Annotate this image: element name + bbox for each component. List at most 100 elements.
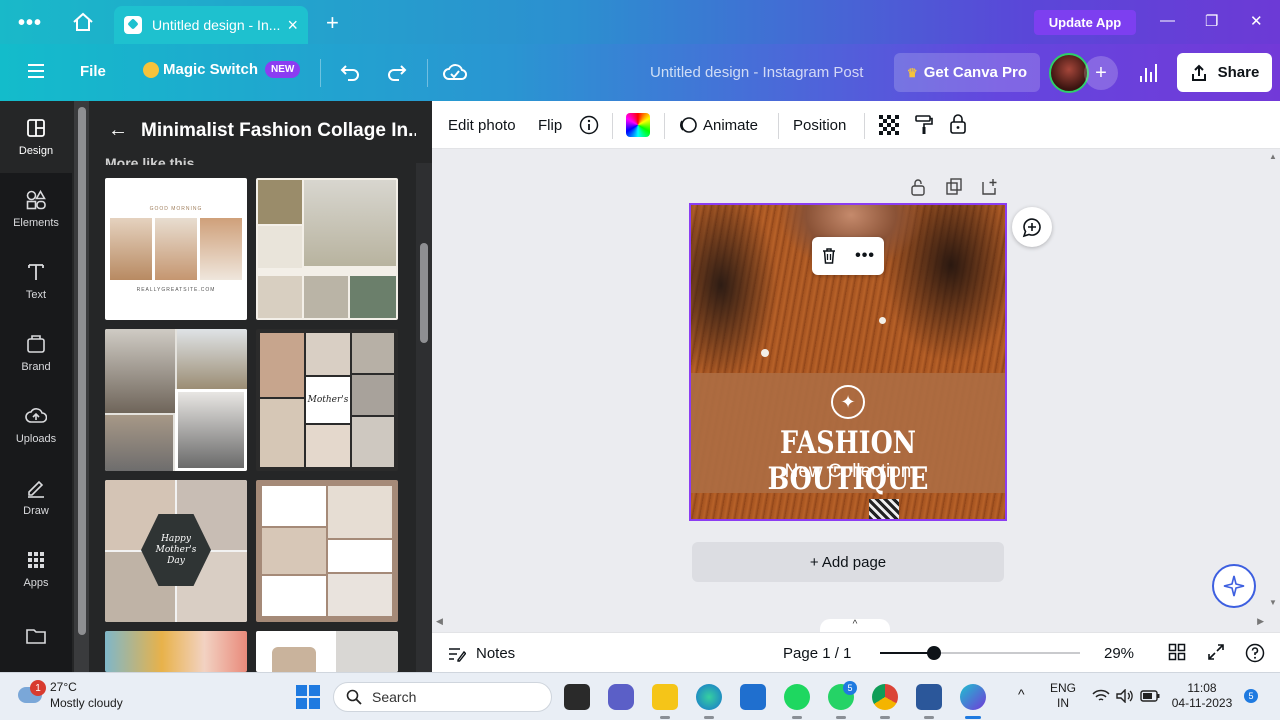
template-thumbnail[interactable]	[105, 329, 247, 471]
animate-button[interactable]: Animate	[703, 117, 758, 134]
rail-item-apps[interactable]: Apps	[0, 533, 72, 605]
browser-tab[interactable]: Untitled design - In... ×	[114, 6, 308, 44]
whatsapp-badge: 5	[843, 681, 857, 695]
lock-page-icon[interactable]	[910, 178, 926, 196]
subheadline-text[interactable]: New Collection	[691, 461, 1005, 483]
template-thumbnail[interactable]	[256, 631, 398, 672]
template-thumbnail[interactable]	[256, 480, 398, 622]
chrome-icon[interactable]	[872, 684, 898, 719]
document-title[interactable]: Untitled design - Instagram Post	[650, 64, 863, 81]
wifi-icon[interactable]	[1092, 689, 1110, 703]
edit-photo-button[interactable]: Edit photo	[448, 117, 516, 134]
home-icon[interactable]	[72, 12, 94, 32]
volume-icon[interactable]	[1116, 689, 1134, 703]
language-indicator[interactable]: ENG IN	[1050, 681, 1076, 711]
new-tab-icon[interactable]: +	[326, 10, 339, 36]
context-toolbar: Edit photo Flip Animate Position	[432, 101, 1280, 149]
position-button[interactable]: Position	[793, 117, 846, 134]
help-icon[interactable]	[1245, 643, 1265, 663]
flip-button[interactable]: Flip	[538, 117, 562, 134]
rail-item-text[interactable]: Text	[0, 245, 72, 317]
insights-icon[interactable]	[1130, 56, 1166, 90]
avatar[interactable]	[1049, 53, 1089, 93]
close-window-icon[interactable]: ✕	[1250, 12, 1263, 30]
search-label: Search	[372, 689, 417, 705]
rail-item-draw[interactable]: Draw	[0, 461, 72, 533]
store-icon[interactable]	[740, 684, 766, 710]
trash-icon[interactable]	[821, 247, 837, 265]
redo-icon[interactable]	[386, 61, 408, 83]
zoom-level[interactable]: 29%	[1104, 645, 1134, 662]
template-thumbnail[interactable]: GOOD MORNING REALLYGREATSITE.COM	[105, 178, 247, 320]
panel-scrollbar-right[interactable]	[416, 163, 432, 672]
notes-button[interactable]: Notes	[448, 645, 515, 662]
browser-menu-icon[interactable]: •••	[18, 12, 42, 35]
transparency-icon[interactable]	[879, 115, 899, 135]
folder-icon	[26, 629, 46, 644]
rail-item-brand[interactable]: Brand	[0, 317, 72, 389]
rail-item-design[interactable]: Design	[0, 101, 72, 173]
magic-assistant-button[interactable]	[1212, 564, 1256, 608]
menu-icon[interactable]	[28, 64, 44, 78]
browser-tabstrip: ••• Untitled design - In... × + Update A…	[0, 0, 1280, 44]
rail-label: Brand	[21, 361, 51, 373]
comment-button[interactable]	[1012, 207, 1052, 247]
title-band[interactable]: ✦ FASHION BOUTIQUE New Collection	[691, 373, 1005, 497]
duplicate-page-icon[interactable]	[946, 178, 962, 196]
template-thumbnail[interactable]: Mother's	[256, 329, 398, 471]
file-menu[interactable]: File	[80, 63, 106, 80]
lock-icon[interactable]	[948, 113, 968, 135]
restore-icon[interactable]: ❐	[1205, 12, 1218, 30]
back-arrow-icon[interactable]: ←	[108, 119, 128, 142]
notification-badge[interactable]: 5	[1244, 689, 1258, 703]
animate-icon[interactable]	[678, 115, 698, 135]
divider	[864, 113, 865, 139]
temperature: 27°C	[50, 680, 77, 694]
canva-app-icon[interactable]	[960, 684, 986, 719]
windows-taskbar: 27°C Mostly cloudy 1 Search 5 ^ ENG IN 1…	[0, 672, 1280, 720]
start-button[interactable]	[296, 685, 320, 709]
info-icon[interactable]	[579, 115, 599, 135]
add-collaborator-button[interactable]: +	[1084, 56, 1118, 90]
template-thumbnail[interactable]	[256, 178, 398, 320]
fullscreen-icon[interactable]	[1207, 643, 1225, 661]
get-canva-pro-button[interactable]: ♛ Get Canva Pro	[894, 53, 1040, 92]
battery-icon[interactable]	[1140, 690, 1160, 702]
task-view-icon[interactable]	[564, 684, 590, 710]
spotify-icon[interactable]	[784, 684, 810, 719]
edge-icon[interactable]	[696, 684, 722, 719]
file-explorer-icon[interactable]	[652, 684, 678, 719]
share-button[interactable]: Share	[1177, 53, 1272, 92]
panel-scrollbar-left[interactable]	[74, 101, 89, 672]
add-page-icon[interactable]	[982, 178, 998, 196]
teams-icon[interactable]	[608, 684, 634, 710]
word-icon[interactable]	[916, 684, 942, 719]
taskbar-search[interactable]: Search	[333, 682, 552, 712]
add-page-button[interactable]: + Add page	[692, 542, 1004, 582]
zoom-slider-knob[interactable]	[927, 646, 942, 660]
close-tab-icon[interactable]: ×	[287, 15, 298, 36]
color-picker-icon[interactable]	[626, 113, 650, 137]
clock[interactable]: 11:08 04-11-2023	[1170, 681, 1234, 711]
rail-item-elements[interactable]: Elements	[0, 173, 72, 245]
cloud-saved-icon[interactable]	[443, 61, 467, 83]
template-thumbnail[interactable]	[105, 631, 247, 672]
rail-item-uploads[interactable]: Uploads	[0, 389, 72, 461]
grid-view-icon[interactable]	[1168, 643, 1186, 661]
elements-icon	[26, 189, 46, 210]
paint-roller-icon[interactable]	[914, 114, 934, 136]
more-options-icon[interactable]: •••	[855, 247, 875, 265]
page-indicator[interactable]: Page 1 / 1	[783, 645, 851, 662]
canva-favicon-icon	[124, 16, 142, 34]
rail-item-projects[interactable]	[0, 615, 72, 665]
notes-icon	[449, 647, 466, 662]
template-thumbnail[interactable]: Happy Mother's Day	[105, 480, 247, 622]
minimize-icon[interactable]: —	[1160, 12, 1175, 29]
zoom-slider[interactable]	[880, 646, 1080, 660]
chevron-up-icon[interactable]: ^	[1018, 687, 1025, 702]
show-pages-handle[interactable]: ^	[820, 619, 890, 633]
magic-switch-button[interactable]: Magic Switch NEW	[143, 61, 301, 78]
update-app-button[interactable]: Update App	[1034, 10, 1136, 35]
workspace-vertical-scrollbar[interactable]: ▲ ▼	[1264, 150, 1280, 610]
undo-icon[interactable]	[339, 61, 361, 83]
